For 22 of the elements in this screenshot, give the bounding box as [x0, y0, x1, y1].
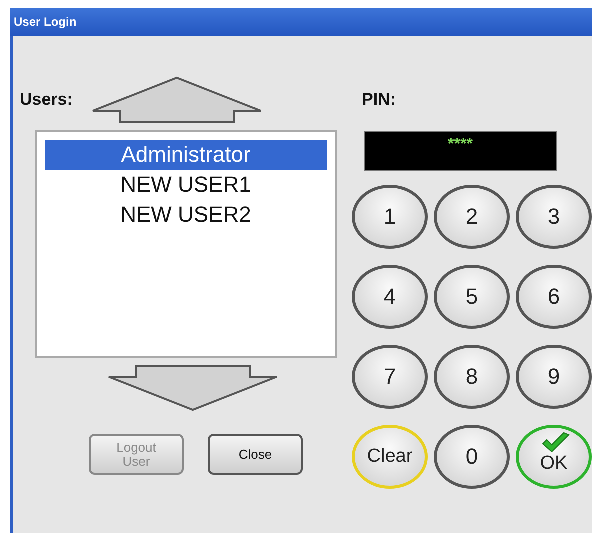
pin-label: PIN: — [362, 90, 397, 111]
digit-key[interactable]: 7 — [352, 345, 428, 409]
digit-key[interactable]: 1 — [352, 185, 428, 249]
user-item[interactable]: NEW USER2 — [45, 200, 327, 230]
digit-key[interactable]: 3 — [516, 185, 592, 249]
digit-key[interactable]: 6 — [516, 265, 592, 329]
digit-key[interactable]: 8 — [434, 345, 510, 409]
pin-field[interactable]: **** — [364, 131, 557, 171]
user-item[interactable]: NEW USER1 — [45, 170, 327, 200]
digit-key[interactable]: 5 — [434, 265, 510, 329]
user-item[interactable]: Administrator — [45, 140, 327, 170]
clear-button[interactable]: Clear — [352, 425, 428, 489]
users-label: Users: — [20, 90, 73, 110]
close-button[interactable]: Close — [208, 434, 303, 475]
digit-key[interactable]: 9 — [516, 345, 592, 409]
scroll-up-arrow-icon[interactable] — [90, 76, 263, 124]
scroll-down-arrow-icon[interactable] — [107, 364, 279, 412]
ok-button[interactable]: OK — [516, 425, 592, 489]
digit-key[interactable]: 4 — [352, 265, 428, 329]
digit-key[interactable]: 2 — [434, 185, 510, 249]
digit-key[interactable]: 0 — [434, 425, 510, 489]
window-title: User Login — [10, 8, 592, 36]
